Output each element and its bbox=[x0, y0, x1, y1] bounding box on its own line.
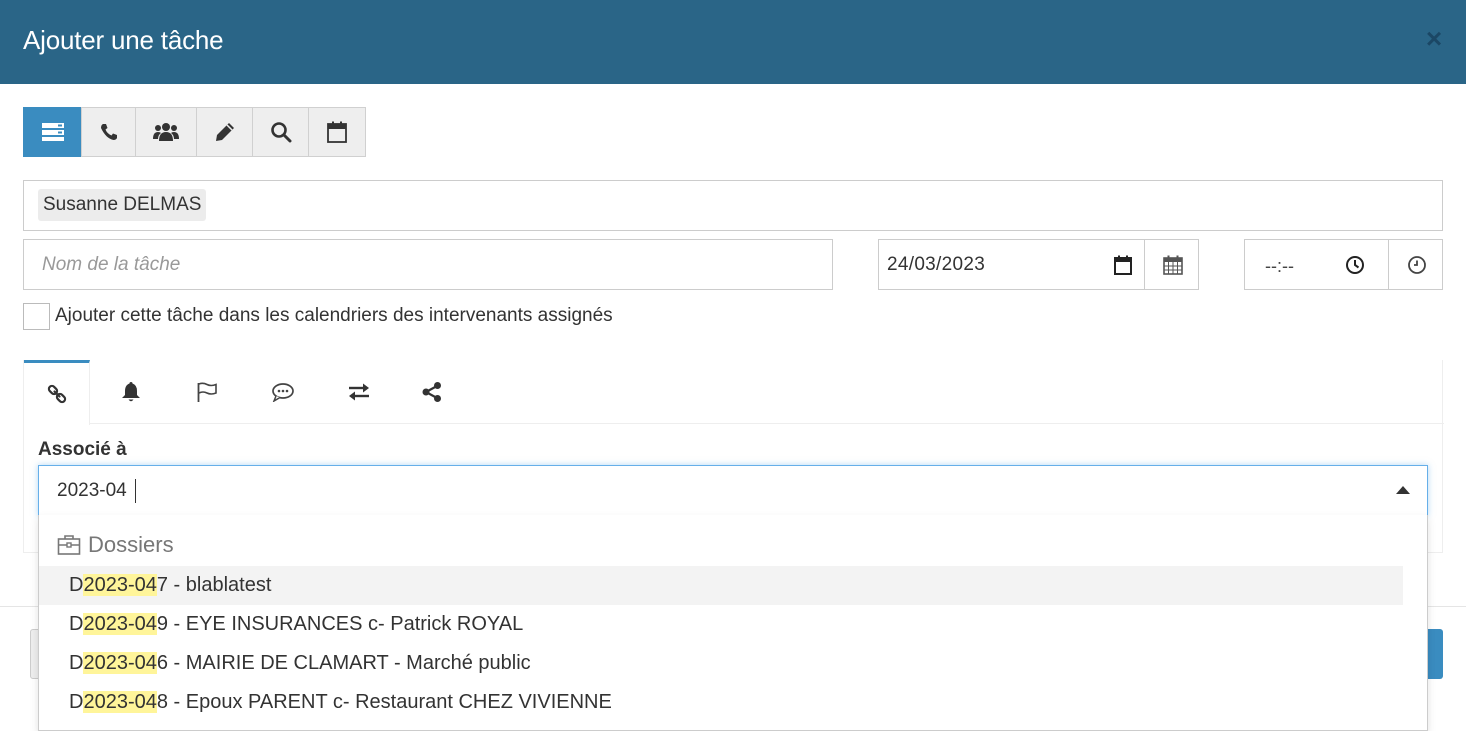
association-search-text: 2023-04 bbox=[57, 480, 127, 501]
type-meeting-button[interactable] bbox=[135, 107, 197, 157]
exchange-icon bbox=[349, 383, 369, 401]
option-rest: 7 - blablatest bbox=[156, 574, 272, 596]
briefcase-icon bbox=[57, 535, 81, 555]
comment-icon bbox=[272, 383, 294, 402]
tab-transfer[interactable] bbox=[336, 360, 382, 424]
dialog-header: Ajouter une tâche × bbox=[0, 0, 1466, 84]
bell-icon bbox=[122, 382, 140, 402]
option-match: 2023-04 bbox=[83, 652, 157, 674]
type-search-button[interactable] bbox=[252, 107, 309, 157]
dropdown-option[interactable]: D2023-049 - EYE INSURANCES c- Patrick RO… bbox=[39, 605, 1403, 644]
assignees-input[interactable]: Susanne DELMAS bbox=[23, 180, 1443, 231]
tab-priority[interactable] bbox=[184, 360, 230, 424]
share-icon bbox=[422, 382, 441, 402]
assignee-chip[interactable]: Susanne DELMAS bbox=[38, 189, 207, 221]
dropdown-group-header: Dossiers bbox=[57, 532, 174, 558]
calendar-sync-checkbox[interactable] bbox=[23, 303, 50, 330]
tab-reminder[interactable] bbox=[108, 360, 154, 424]
tab-share[interactable] bbox=[409, 360, 455, 424]
option-prefix: D bbox=[69, 652, 84, 674]
calendar-grid-icon bbox=[1162, 255, 1183, 275]
time-value: --:-- bbox=[1265, 256, 1294, 276]
dropdown-option[interactable]: D2023-047 - blablatest bbox=[39, 566, 1403, 605]
option-rest: 6 - MAIRIE DE CLAMART - Marché public bbox=[156, 652, 531, 674]
option-match: 2023-04 bbox=[83, 691, 157, 713]
clock-icon bbox=[1407, 255, 1426, 274]
dialog-title: Ajouter une tâche bbox=[23, 25, 224, 55]
date-calendar-addon[interactable] bbox=[1144, 239, 1200, 290]
pencil-icon bbox=[215, 123, 234, 141]
tab-link[interactable] bbox=[24, 360, 90, 425]
calendar-picker-icon[interactable] bbox=[1114, 255, 1132, 275]
option-prefix: D bbox=[69, 691, 84, 713]
option-prefix: D bbox=[69, 574, 84, 596]
association-dropdown: Dossiers D2023-047 - blablatest D2023-04… bbox=[38, 515, 1428, 731]
close-icon[interactable]: × bbox=[1421, 24, 1447, 54]
clock-picker-icon[interactable] bbox=[1345, 255, 1365, 275]
task-name-input[interactable] bbox=[23, 239, 833, 290]
search-icon bbox=[270, 122, 291, 143]
list-icon bbox=[41, 123, 64, 141]
association-label: Associé à bbox=[38, 439, 127, 460]
calendar-sync-label: Ajouter cette tâche dans les calendriers… bbox=[55, 305, 613, 326]
flag-icon bbox=[197, 382, 217, 402]
type-note-button[interactable] bbox=[196, 107, 253, 157]
dropdown-group-label: Dossiers bbox=[88, 532, 174, 557]
option-prefix: D bbox=[69, 613, 84, 635]
task-type-toolbar bbox=[23, 107, 366, 157]
option-rest: 8 - Epoux PARENT c- Restaurant CHEZ VIVI… bbox=[156, 691, 612, 713]
option-match: 2023-04 bbox=[83, 574, 157, 596]
caret-up-icon[interactable] bbox=[1396, 486, 1410, 494]
type-event-button[interactable] bbox=[308, 107, 366, 157]
date-value: 24/03/2023 bbox=[887, 254, 986, 275]
text-caret bbox=[135, 479, 136, 503]
group-icon bbox=[153, 123, 179, 141]
tab-comments[interactable] bbox=[260, 360, 306, 424]
link-icon bbox=[47, 384, 66, 404]
date-field[interactable]: 24/03/2023 bbox=[878, 239, 1199, 290]
time-field[interactable]: --:-- bbox=[1244, 239, 1443, 290]
time-clock-addon[interactable] bbox=[1388, 239, 1444, 290]
association-select[interactable]: 2023-04 bbox=[38, 465, 1428, 516]
option-rest: 9 - EYE INSURANCES c- Patrick ROYAL bbox=[156, 613, 524, 635]
option-match: 2023-04 bbox=[83, 613, 157, 635]
calendar-icon bbox=[327, 121, 347, 143]
dropdown-option[interactable]: D2023-046 - MAIRIE DE CLAMART - Marché p… bbox=[39, 644, 1403, 683]
details-tabs bbox=[24, 360, 1444, 425]
dropdown-option[interactable]: D2023-048 - Epoux PARENT c- Restaurant C… bbox=[39, 683, 1403, 722]
phone-icon bbox=[100, 124, 117, 140]
type-task-button[interactable] bbox=[23, 107, 82, 157]
type-call-button[interactable] bbox=[81, 107, 136, 157]
